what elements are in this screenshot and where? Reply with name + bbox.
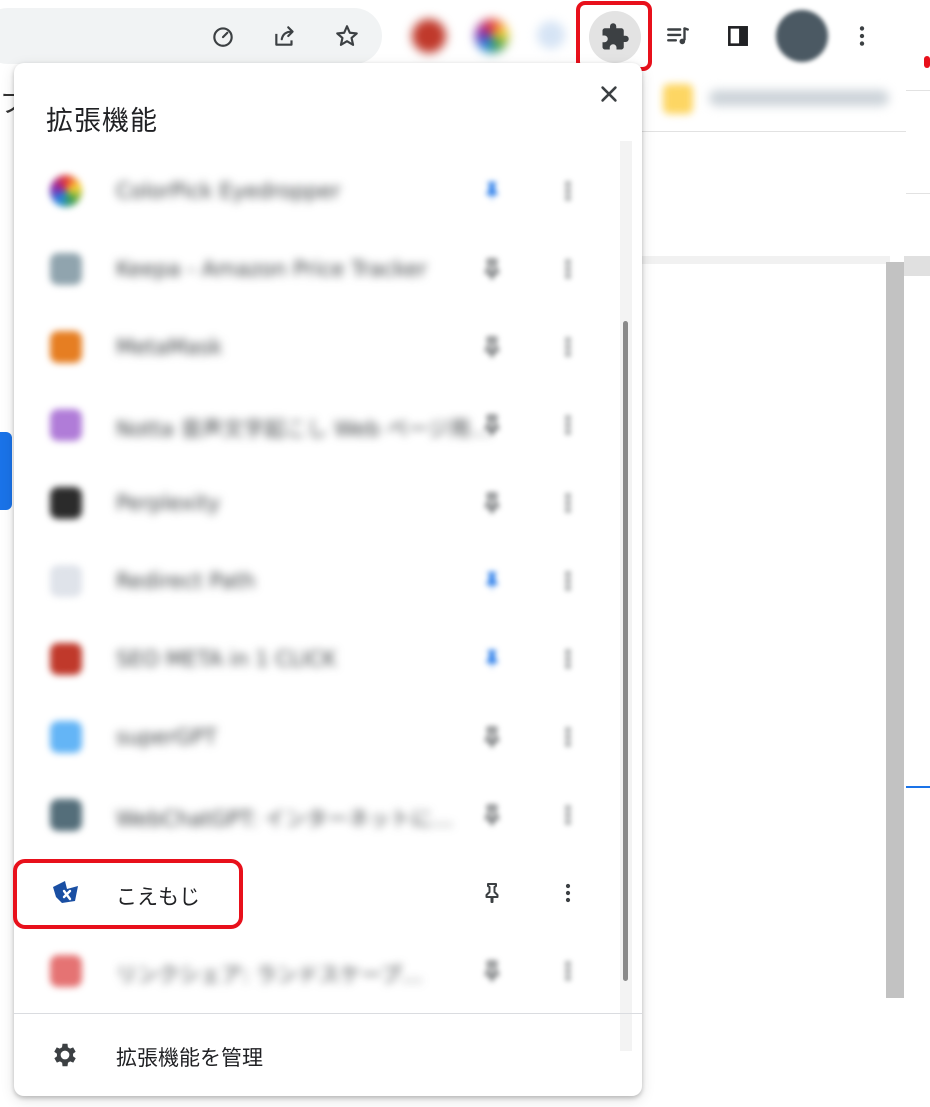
notification-dot [924,56,930,68]
side-panel-icon[interactable] [718,16,758,56]
extension-name: Perplexity [116,491,221,515]
background-tab[interactable] [645,72,905,128]
extension-icon [50,331,82,363]
tab-title-blurred [709,90,889,106]
extension-row[interactable]: Notta 音声文字起こし Web ページ用… [14,387,614,465]
pin-icon[interactable] [478,957,506,985]
extension-row[interactable]: Perplexity [14,465,614,543]
extension-name: Redirect Path [116,569,256,593]
more-options-icon[interactable] [554,565,582,597]
extension-row[interactable]: Keepa - Amazon Price Tracker [14,231,614,309]
extension-icon [50,721,82,753]
extension-name: MetaMask [116,335,223,359]
extension-icon [50,175,82,207]
extensions-popup: 拡張機能 ColorPick Eyedropper Keepa - Amazon … [14,63,642,1096]
extension-icon [50,799,82,831]
extension-icon [50,643,82,675]
tab-favicon [663,84,693,114]
manage-extensions-button[interactable]: 拡張機能を管理 [14,1014,642,1096]
divider [640,131,906,132]
media-queue-icon[interactable] [658,16,698,56]
browser-window: ブ 拡張機能 ColorPick Eyedropper Keepa - Amazo… [0,0,930,1107]
extension-name: WebChatGPT: インターネットに… [116,807,454,831]
more-options-icon[interactable] [554,799,582,831]
gear-icon [54,1043,76,1067]
pin-icon[interactable] [478,255,506,283]
extension-name: superGPT [116,725,217,749]
koemoji-highlight [13,859,243,929]
extension-name: Keepa - Amazon Price Tracker [116,257,427,281]
pin-icon[interactable] [478,801,506,829]
pinned-extension-icon[interactable] [537,21,565,49]
extension-row[interactable]: SEO META in 1 CLICK [14,621,614,699]
menu-dots-icon[interactable] [842,16,882,56]
extension-icon [50,487,82,519]
extension-name: ColorPick Eyedropper [116,179,341,203]
pin-icon[interactable] [478,411,506,439]
extension-icon [50,409,82,441]
extension-icon [50,565,82,597]
side-tab-indicator [0,432,12,510]
more-options-icon[interactable] [554,409,582,441]
more-options-icon[interactable] [554,955,582,987]
address-bar[interactable] [0,8,382,64]
extension-row[interactable]: リンクシェア: ランドスケープ… [14,933,614,1011]
scrollbar-track [904,256,930,276]
pinned-extension-icon[interactable] [475,19,509,53]
extension-row[interactable]: ColorPick Eyedropper [14,153,614,231]
extension-row[interactable]: WebChatGPT: インターネットに… [14,777,614,855]
share-icon[interactable] [265,16,305,56]
popup-scrollbar[interactable] [623,321,628,981]
more-options-icon[interactable] [554,331,582,363]
bookmark-star-icon[interactable] [327,16,367,56]
blue-line [906,786,930,788]
extension-row[interactable]: Redirect Path [14,543,614,621]
pin-icon[interactable] [478,879,506,907]
more-options-icon[interactable] [554,253,582,285]
close-button[interactable] [592,77,626,111]
page-scrollbar[interactable] [886,262,904,998]
extension-icon [50,955,82,987]
extension-name: SEO META in 1 CLICK [116,647,337,671]
pin-icon[interactable] [478,333,506,361]
pin-icon[interactable] [478,723,506,751]
extension-name: Notta 音声文字起こし Web ページ用… [116,417,492,441]
pin-icon[interactable] [478,177,506,205]
pin-icon[interactable] [478,489,506,517]
more-options-icon[interactable] [554,877,582,909]
pin-icon[interactable] [478,645,506,673]
divider [906,90,930,91]
manage-extensions-label: 拡張機能を管理 [116,1046,263,1070]
more-options-icon[interactable] [554,721,582,753]
more-options-icon[interactable] [554,643,582,675]
extension-icon [50,253,82,285]
pin-icon[interactable] [478,567,506,595]
divider [906,193,930,194]
divider [640,256,890,264]
popup-title: 拡張機能 [46,106,158,137]
extensions-button-highlight [576,1,652,71]
extension-name: リンクシェア: ランドスケープ… [116,963,423,987]
performance-icon[interactable] [203,16,243,56]
close-icon [601,86,617,102]
profile-avatar[interactable] [776,10,828,62]
pinned-extension-icon[interactable] [412,19,446,53]
extension-row[interactable]: superGPT [14,699,614,777]
more-options-icon[interactable] [554,175,582,207]
extension-row[interactable]: MetaMask [14,309,614,387]
more-options-icon[interactable] [554,487,582,519]
